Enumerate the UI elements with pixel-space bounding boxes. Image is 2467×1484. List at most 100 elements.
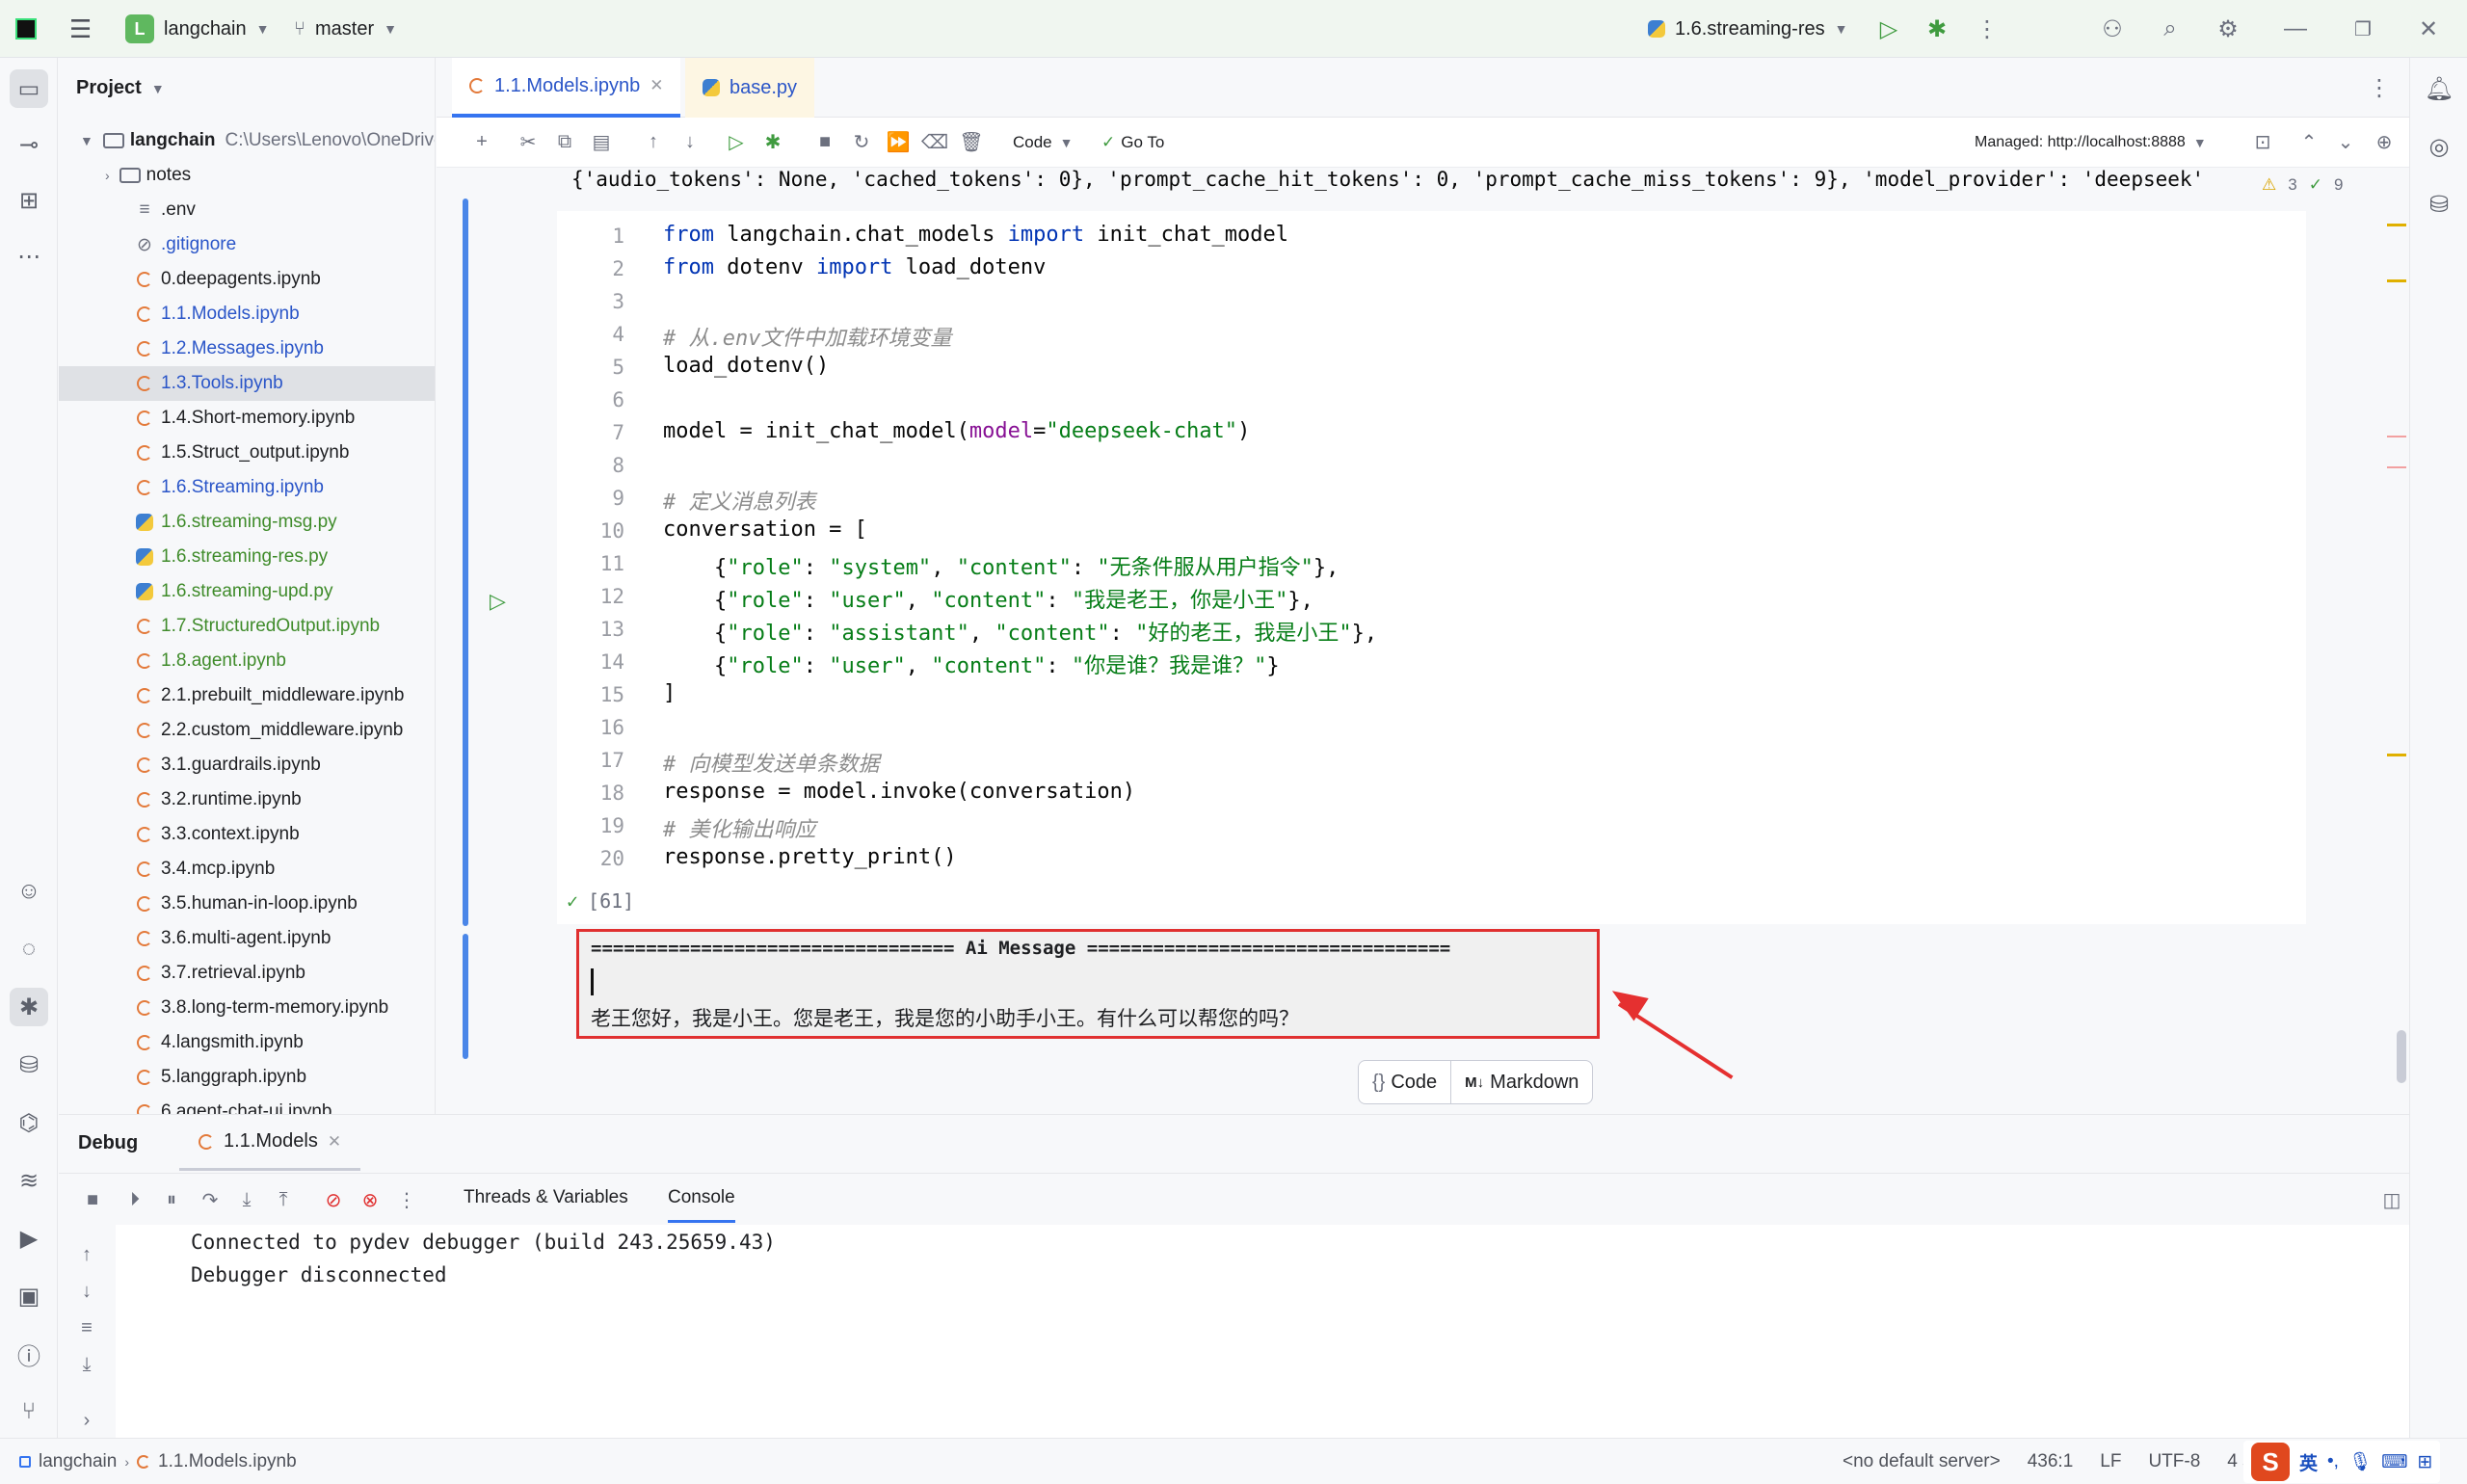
console-output[interactable]: Connected to pydev debugger (build 243.2… [116, 1225, 2409, 1439]
minimize-icon[interactable]: — [2276, 10, 2315, 48]
ai-assistant-icon[interactable]: ☺ [10, 872, 48, 911]
database-icon[interactable]: ⛁ [2420, 185, 2458, 224]
debug-tool-icon[interactable]: ✱ [10, 988, 48, 1026]
step-over-icon[interactable]: ↷ [194, 1183, 226, 1216]
tree-item[interactable]: 1.6.streaming-res.py [59, 540, 435, 574]
add-user-icon[interactable]: ⚇ [2093, 10, 2132, 48]
cell-type-select[interactable]: Code ▼ [1013, 129, 1074, 156]
tree-item[interactable]: ⊘ .gitignore [59, 227, 435, 262]
run-config-selector[interactable]: 1.6.streaming-res ▼ [1648, 0, 1847, 58]
jupyter-icon[interactable]: ◌ [10, 930, 48, 968]
tree-item[interactable]: 1.1.Models.ipynb [59, 297, 435, 331]
tree-item[interactable]: 2.2.custom_middleware.ipynb [59, 713, 435, 748]
breadcrumb-project[interactable]: langchain [39, 1451, 117, 1472]
tab-threads-variables[interactable]: Threads & Variables [464, 1187, 628, 1208]
ime-menu-icon[interactable]: ⊞ [2418, 1451, 2433, 1473]
tree-item[interactable]: 1.5.Struct_output.ipynb [59, 436, 435, 470]
inspection-widget[interactable]: ⚠ 3 ✓ 9 [2262, 175, 2343, 195]
services-icon[interactable]: ⛁ [10, 1046, 48, 1084]
tree-item[interactable]: 3.6.multi-agent.ipynb [59, 921, 435, 956]
stop-icon[interactable]: ■ [76, 1183, 109, 1216]
delete-icon[interactable]: 🗑︎ [955, 125, 988, 158]
more-icon[interactable]: ⋮ [390, 1183, 423, 1216]
mute-breakpoints-icon[interactable]: ⊗ [354, 1183, 386, 1216]
tree-item[interactable]: 3.1.guardrails.ipynb [59, 748, 435, 782]
more-icon[interactable]: ⋮ [1968, 10, 2006, 48]
cut-icon[interactable]: ✂ [512, 125, 544, 158]
tree-item[interactable]: 1.4.Short-memory.ipynb [59, 401, 435, 436]
tree-item[interactable]: 5.langgraph.ipynb [59, 1060, 435, 1095]
run-gutter-icon[interactable]: ▷ [490, 589, 506, 614]
step-into-icon[interactable]: ⤓ [230, 1183, 263, 1216]
globe-icon[interactable]: ⊕ [2368, 125, 2401, 158]
layers-icon[interactable]: ≋ [10, 1161, 48, 1200]
chevron-right-icon[interactable]: › [105, 168, 110, 183]
tree-root[interactable]: ▼ langchain C:\Users\Lenovo\OneDrive\ [59, 123, 435, 158]
expand-icon[interactable]: › [70, 1404, 103, 1437]
debug-icon[interactable]: ✱ [1918, 10, 1956, 48]
more-tools-icon[interactable]: ⋯ [10, 237, 48, 276]
run-all-icon[interactable]: ⏩ [882, 125, 915, 158]
paste-icon[interactable]: ▤ [585, 125, 618, 158]
debug-cell-icon[interactable]: ✱ [756, 125, 789, 158]
tree-item[interactable]: 1.3.Tools.ipynb [59, 366, 435, 401]
tree-item[interactable]: 2.1.prebuilt_middleware.ipynb [59, 678, 435, 713]
keyboard-icon[interactable]: ⌨ [2381, 1451, 2407, 1473]
tree-item[interactable]: 0.deepagents.ipynb [59, 262, 435, 297]
tree-item[interactable]: 3.3.context.ipynb [59, 817, 435, 852]
tree-item[interactable]: 1.6.Streaming.ipynb [59, 470, 435, 505]
scroll-up-icon[interactable]: ↑ [70, 1238, 103, 1271]
tree-item[interactable]: 3.5.human-in-loop.ipynb [59, 887, 435, 921]
interrupt-icon[interactable]: ■ [809, 125, 841, 158]
server-status[interactable]: <no default server> [1843, 1451, 2001, 1472]
tree-item[interactable]: 1.6.streaming-upd.py [59, 574, 435, 609]
add-markdown-cell-button[interactable]: M↓ Markdown [1451, 1061, 1592, 1103]
structure-icon[interactable]: ⊞ [10, 181, 48, 220]
restart-icon[interactable]: ↻ [845, 125, 878, 158]
tab-options-icon[interactable]: ⋮ [2360, 68, 2399, 107]
editor-scrollbar[interactable] [2397, 1030, 2406, 1083]
file-encoding[interactable]: UTF-8 [2148, 1451, 2200, 1472]
copy-icon[interactable]: ⧉ [548, 125, 581, 158]
close-icon[interactable]: ✕ [2409, 10, 2448, 48]
tree-item[interactable]: 3.7.retrieval.ipynb [59, 956, 435, 991]
tree-item[interactable]: 4.langsmith.ipynb [59, 1025, 435, 1060]
branch-switcher[interactable]: ⑂ master ▼ [294, 0, 397, 58]
app-logo[interactable] [15, 0, 37, 58]
view-breakpoints-icon[interactable]: ⊘ [317, 1183, 350, 1216]
run-icon[interactable]: ▷ [1870, 10, 1908, 48]
problems-icon[interactable]: ⓘ [10, 1335, 48, 1373]
prev-cell-icon[interactable]: ⌃ [2293, 125, 2325, 158]
terminal-icon[interactable]: ▣ [10, 1277, 48, 1315]
tree-item[interactable]: 1.7.StructuredOutput.ipynb [59, 609, 435, 644]
layout-icon[interactable]: ◫ [2375, 1183, 2408, 1216]
settings-icon[interactable]: ⚙ [2209, 10, 2247, 48]
microphone-icon[interactable]: 🎙︎ [2348, 1450, 2372, 1473]
search-icon[interactable]: ⌕ [2151, 10, 2189, 48]
tab-console[interactable]: Console [668, 1187, 735, 1223]
notifications-icon[interactable]: 🔔︎ [2420, 69, 2458, 108]
tree-item[interactable]: › notes [59, 158, 435, 193]
tree-item[interactable]: 1.8.agent.ipynb [59, 644, 435, 678]
tree-item[interactable]: 3.2.runtime.ipynb [59, 782, 435, 817]
project-panel-header[interactable]: Project ▼ [76, 77, 165, 99]
tree-item[interactable]: 3.4.mcp.ipynb [59, 852, 435, 887]
commit-icon[interactable]: ⊸ [10, 125, 48, 164]
debug-session-tab[interactable]: 1.1.Models ✕ [179, 1115, 361, 1171]
next-cell-icon[interactable]: ⌄ [2329, 125, 2362, 158]
pause-icon[interactable]: ⏸ [155, 1183, 188, 1216]
sogou-ime-icon[interactable]: S [2251, 1443, 2290, 1481]
tree-item[interactable]: 1.6.streaming-msg.py [59, 505, 435, 540]
scroll-to-end-icon[interactable]: ⤓ [70, 1348, 103, 1381]
server-selector[interactable]: Managed: http://localhost:8888 ▼ [1975, 129, 2207, 156]
tree-item[interactable]: ≡ .env [59, 193, 435, 227]
run-cell-icon[interactable]: ▷ [720, 125, 753, 158]
python-console-icon[interactable]: ⌬ [10, 1103, 48, 1142]
add-code-cell-button[interactable]: {} Code [1359, 1061, 1452, 1103]
run-tool-icon[interactable]: ▶ [10, 1219, 48, 1258]
restore-icon[interactable]: ❐ [2344, 10, 2382, 48]
cursor-position[interactable]: 436:1 [2028, 1451, 2074, 1472]
ai-chat-icon[interactable]: ◎ [2420, 127, 2458, 166]
resume-icon[interactable]: ⏵ [119, 1183, 151, 1216]
move-up-icon[interactable]: ↑ [637, 125, 670, 158]
